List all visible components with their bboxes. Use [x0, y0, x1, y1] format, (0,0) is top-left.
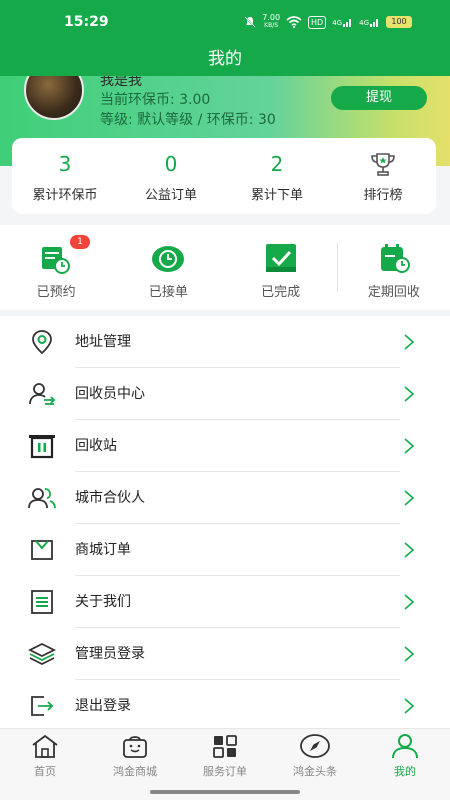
menu-label: 退出登录: [75, 698, 131, 714]
chevron-right-icon: [404, 594, 415, 610]
orders-card: 1 已预约 已接单 已完成 定期回收: [0, 225, 450, 310]
grid-apps-icon: [213, 735, 237, 758]
chevron-right-icon: [404, 542, 415, 558]
order-accepted[interactable]: 已接单: [112, 225, 224, 310]
home-icon: [32, 734, 58, 758]
trophy-icon: [371, 153, 395, 176]
menu-label: 管理员登录: [75, 646, 145, 662]
user-level: 等级: 默认等级 / 环保币: 30: [100, 112, 276, 128]
menu-item-admin-login[interactable]: 管理员登录: [0, 628, 450, 680]
menu-label: 商城订单: [75, 542, 131, 558]
tab-label: 鸿金头条: [293, 765, 337, 778]
order-label: 已预约: [36, 285, 76, 300]
mall-order-icon: [31, 540, 53, 560]
stat-total-orders[interactable]: 2 累计下单: [224, 138, 330, 214]
page-title-bar: 我的: [0, 44, 450, 76]
stat-label: 累计下单: [250, 188, 303, 203]
order-badge: 1: [70, 235, 90, 249]
signal-bars-icon: [370, 19, 378, 27]
location-pin-icon: [32, 330, 52, 355]
stats-card: 3 累计环保币 0 公益订单 2 累计下单 排行榜: [12, 138, 436, 214]
stat-label: 排行榜: [363, 188, 403, 203]
stat-total-coins[interactable]: 3 累计环保币: [12, 138, 118, 214]
order-recurring[interactable]: 定期回收: [338, 225, 450, 310]
order-label: 已接单: [148, 285, 188, 300]
chevron-right-icon: [404, 698, 415, 714]
shop-bag-icon: [123, 736, 147, 758]
avatar[interactable]: [24, 76, 84, 120]
net-speed-unit: KB/S: [264, 22, 279, 29]
tab-home[interactable]: 首页: [0, 729, 90, 800]
menu-label: 回收站: [75, 438, 117, 454]
net-speed: 7.00 KB/S: [262, 14, 280, 30]
settings-menu: 地址管理 回收员中心 回收站 城市合伙人 商城订单 关于我们 管理员登录 退出登…: [0, 316, 450, 728]
menu-item-logout[interactable]: 退出登录: [0, 680, 450, 732]
menu-item-address[interactable]: 地址管理: [0, 316, 450, 368]
recycler-user-icon: [29, 383, 56, 405]
signal-1: 4G: [332, 17, 353, 27]
menu-label: 地址管理: [75, 334, 131, 350]
profile-icon: [392, 734, 418, 759]
wifi-icon: [286, 16, 302, 28]
chevron-right-icon: [404, 334, 415, 350]
tab-label: 鸿金商城: [113, 765, 157, 778]
recycle-station-icon: [29, 435, 55, 459]
admin-layers-icon: [28, 642, 56, 666]
hd-badge: HD: [308, 15, 327, 29]
signal-2-label: 4G: [359, 19, 369, 27]
mute-bell-icon: [244, 16, 256, 28]
menu-item-city-partner[interactable]: 城市合伙人: [0, 472, 450, 524]
stat-value: 2: [270, 152, 284, 176]
menu-item-recycle-station[interactable]: 回收站: [0, 420, 450, 472]
net-speed-value: 7.00: [262, 13, 281, 22]
order-label: 定期回收: [367, 285, 420, 300]
signal-1-label: 4G: [332, 19, 343, 27]
menu-item-recycler-center[interactable]: 回收员中心: [0, 368, 450, 420]
chevron-right-icon: [404, 490, 415, 506]
partner-users-icon: [28, 488, 56, 509]
stat-value: 0: [164, 152, 178, 176]
chevron-right-icon: [404, 646, 415, 662]
recurring-calendar-icon: [380, 244, 410, 273]
stat-label: 公益订单: [144, 188, 197, 203]
signal-2: 4G: [359, 17, 380, 27]
calendar-clock-icon: [42, 247, 71, 274]
stat-leaderboard[interactable]: 排行榜: [330, 138, 436, 214]
status-bar: 15:29 7.00 KB/S HD 4G 4G 100: [0, 0, 450, 44]
logout-icon: [31, 696, 54, 716]
menu-item-about[interactable]: 关于我们: [0, 576, 450, 628]
tab-label: 服务订单: [203, 765, 247, 778]
about-document-icon: [31, 590, 53, 614]
battery-icon: 100: [386, 16, 412, 28]
compass-icon: [300, 734, 330, 758]
stat-charity-orders[interactable]: 0 公益订单: [118, 138, 224, 214]
menu-label: 关于我们: [75, 594, 131, 610]
stat-value: 3: [58, 152, 72, 176]
withdraw-button[interactable]: 提现: [331, 86, 427, 110]
current-coin: 当前环保币: 3.00: [100, 92, 211, 108]
menu-label: 回收员中心: [75, 386, 145, 402]
status-icons: 7.00 KB/S HD 4G 4G 100: [244, 14, 412, 30]
home-indicator[interactable]: [150, 790, 300, 794]
order-label: 已完成: [261, 285, 301, 300]
clock-icon: [152, 246, 185, 272]
chevron-right-icon: [404, 386, 415, 402]
user-name: 我是我: [100, 76, 142, 89]
signal-bars-icon: [343, 19, 352, 27]
tab-label: 首页: [34, 765, 56, 778]
tab-label: 我的: [394, 765, 416, 778]
chevron-right-icon: [404, 438, 415, 454]
check-square-icon: [265, 244, 296, 272]
menu-label: 城市合伙人: [75, 490, 145, 506]
menu-item-mall-orders[interactable]: 商城订单: [0, 524, 450, 576]
order-completed[interactable]: 已完成: [225, 225, 337, 310]
page-title: 我的: [208, 49, 242, 69]
tab-profile[interactable]: 我的: [360, 729, 450, 800]
stat-label: 累计环保币: [32, 188, 98, 203]
order-reserved[interactable]: 1 已预约: [0, 225, 112, 310]
status-time: 15:29: [64, 14, 109, 30]
